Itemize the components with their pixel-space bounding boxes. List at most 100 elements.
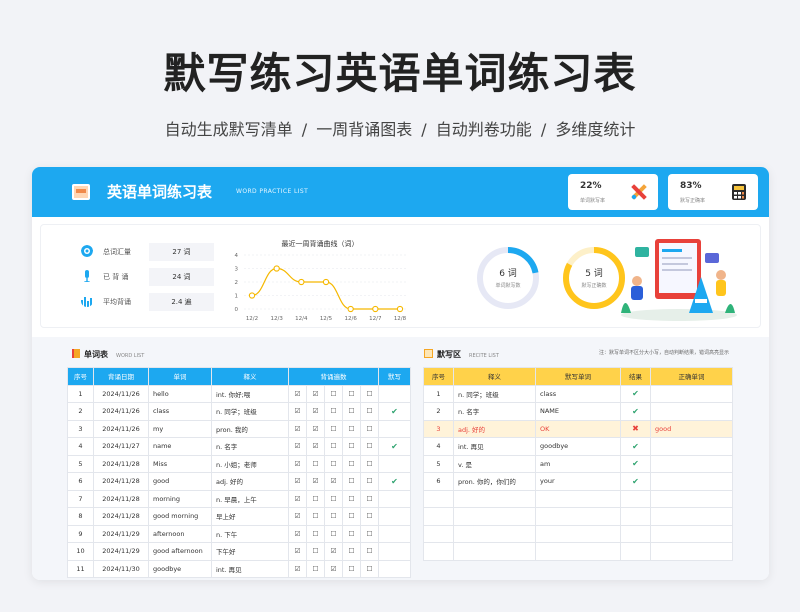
recite-checkbox[interactable]: ☑ [306, 384, 325, 403]
answer-input[interactable]: NAME [535, 402, 621, 421]
recite-checkbox[interactable]: ☑ [288, 437, 307, 456]
recite-checkbox[interactable]: ☐ [324, 489, 343, 508]
recite-checkbox[interactable]: ☑ [288, 489, 307, 508]
recite-checkbox[interactable]: ☐ [360, 489, 379, 508]
empty-cell [650, 489, 733, 508]
row-number: 5 [423, 454, 454, 473]
stat-value: 22% [580, 181, 602, 191]
recite-checkbox[interactable]: ☑ [324, 559, 343, 578]
recite-checkbox[interactable]: ☐ [360, 542, 379, 561]
correct-icon: ✔ [620, 402, 651, 421]
recite-checkbox[interactable]: ☐ [342, 419, 361, 438]
answer-input[interactable] [535, 542, 621, 561]
pencil-icon [424, 349, 433, 358]
recite-checkbox[interactable]: ☐ [324, 524, 343, 543]
correct-word [650, 384, 733, 403]
recite-checkbox[interactable]: ☐ [342, 472, 361, 491]
recite-date: 2024/11/29 [93, 542, 149, 561]
recite-checkbox[interactable]: ☐ [342, 402, 361, 421]
worksheet-card: 英语单词练习表 WORD PRACTICE LIST 22% 单词默写率 83%… [32, 167, 769, 580]
x-tick-label: 12/6 [344, 316, 357, 322]
word-cell: my [148, 419, 212, 438]
empty-cell [453, 507, 536, 526]
recite-checkbox[interactable]: ☐ [342, 542, 361, 561]
dictation-check-icon [378, 489, 411, 508]
table-row: 11 2024/11/30 goodbye int. 再见 ☑ ☐ ☑ ☐ ☐ [67, 559, 411, 578]
answer-input[interactable] [535, 507, 621, 526]
recite-checkbox[interactable]: ☐ [306, 454, 325, 473]
meaning-cell: 下午好 [211, 542, 289, 561]
row-number: 11 [67, 559, 94, 578]
recite-checkbox[interactable]: ☐ [324, 454, 343, 473]
y-tick-label: 3 [235, 267, 239, 273]
answer-input[interactable]: your [535, 472, 621, 491]
meaning-cell: n. 同学；班级 [211, 402, 289, 421]
recite-checkbox[interactable]: ☐ [324, 384, 343, 403]
recite-checkbox[interactable]: ☐ [306, 489, 325, 508]
recite-checkbox[interactable]: ☐ [306, 507, 325, 526]
answer-input[interactable]: am [535, 454, 621, 473]
recite-checkbox[interactable]: ☐ [342, 489, 361, 508]
recite-checkbox[interactable]: ☑ [288, 419, 307, 438]
recite-checkbox[interactable]: ☐ [360, 507, 379, 526]
recite-checkbox[interactable]: ☐ [306, 524, 325, 543]
recite-checkbox[interactable]: ☐ [342, 507, 361, 526]
col-header: 序号 [423, 367, 454, 386]
recite-checkbox[interactable]: ☑ [306, 419, 325, 438]
recite-checkbox[interactable]: ☐ [360, 454, 379, 473]
row-number: 9 [67, 524, 94, 543]
recite-checkbox[interactable]: ☐ [360, 419, 379, 438]
recite-checkbox[interactable]: ☑ [288, 454, 307, 473]
row-number: 6 [67, 472, 94, 491]
recite-checkbox[interactable]: ☑ [324, 542, 343, 561]
recite-checkbox[interactable]: ☐ [324, 402, 343, 421]
dictation-check-icon: ✔ [378, 437, 411, 456]
recite-checkbox[interactable]: ☐ [360, 402, 379, 421]
answer-input[interactable]: OK [535, 419, 621, 438]
row-number: 1 [67, 384, 94, 403]
row-number: 6 [423, 472, 454, 491]
recite-checkbox[interactable]: ☑ [288, 507, 307, 526]
recite-checkbox[interactable]: ☑ [306, 437, 325, 456]
answer-input[interactable]: goodbye [535, 437, 621, 456]
recite-checkbox[interactable]: ☐ [324, 437, 343, 456]
recite-checkbox[interactable]: ☐ [360, 437, 379, 456]
recite-date: 2024/11/28 [93, 489, 149, 508]
recite-checkbox[interactable]: ☐ [324, 507, 343, 526]
recite-checkbox[interactable]: ☐ [360, 559, 379, 578]
answer-input[interactable]: class [535, 384, 621, 403]
recite-checkbox[interactable]: ☐ [306, 559, 325, 578]
recite-checkbox[interactable]: ☐ [342, 559, 361, 578]
recite-checkbox[interactable]: ☐ [342, 384, 361, 403]
recite-checkbox[interactable]: ☐ [306, 542, 325, 561]
dictation-check-icon [378, 524, 411, 543]
dictation-check-icon [378, 454, 411, 473]
table-row: 1 n. 同学；班级 class ✔ [423, 384, 733, 403]
row-number: 8 [67, 507, 94, 526]
recite-checkbox[interactable]: ☐ [360, 384, 379, 403]
recite-checkbox[interactable]: ☑ [306, 402, 325, 421]
recite-checkbox[interactable]: ☑ [288, 472, 307, 491]
recite-checkbox[interactable]: ☐ [342, 524, 361, 543]
recite-checkbox[interactable]: ☐ [342, 454, 361, 473]
summary-panel: 总词汇量 27 词 已 背 诵 24 词 平均背诵 2.4 遍 最近一周背诵曲线… [40, 224, 761, 328]
empty-cell [620, 507, 651, 526]
recite-checkbox[interactable]: ☑ [288, 384, 307, 403]
worksheet-header: 英语单词练习表 WORD PRACTICE LIST 22% 单词默写率 83%… [32, 167, 769, 217]
empty-cell [423, 489, 454, 508]
recite-checkbox[interactable]: ☑ [288, 542, 307, 561]
recite-date: 2024/11/28 [93, 472, 149, 491]
answer-input[interactable] [535, 524, 621, 543]
recite-checkbox[interactable]: ☐ [360, 472, 379, 491]
recite-checkbox[interactable]: ☐ [360, 524, 379, 543]
recite-checkbox[interactable]: ☑ [288, 524, 307, 543]
recite-checkbox[interactable]: ☑ [324, 472, 343, 491]
col-header: 背诵日期 [93, 367, 149, 386]
recite-checkbox[interactable]: ☑ [306, 472, 325, 491]
recite-checkbox[interactable]: ☐ [324, 419, 343, 438]
table-row: 2 n. 名字 NAME ✔ [423, 402, 733, 421]
recite-checkbox[interactable]: ☑ [288, 559, 307, 578]
answer-input[interactable] [535, 489, 621, 508]
recite-checkbox[interactable]: ☐ [342, 437, 361, 456]
recite-checkbox[interactable]: ☑ [288, 402, 307, 421]
